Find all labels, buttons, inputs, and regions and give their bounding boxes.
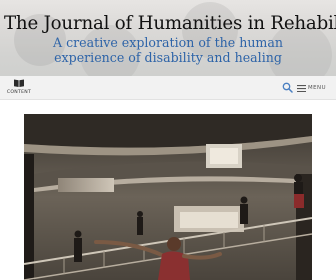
- content-nav-label: CONTENT: [6, 90, 32, 95]
- menu-label: MENU: [308, 85, 327, 91]
- hamburger-icon: [297, 84, 306, 92]
- tagline-line-1: A creative exploration of the human: [53, 35, 283, 50]
- site-tagline: A creative exploration of the human expe…: [0, 35, 336, 65]
- tagline-line-2: experience of disability and healing: [54, 50, 282, 65]
- search-icon[interactable]: [282, 82, 293, 93]
- top-navigation-bar: CONTENT MENU: [0, 76, 336, 100]
- site-title[interactable]: The Journal of Humanities in Rehabilitat…: [4, 13, 336, 35]
- book-icon: [14, 79, 24, 87]
- featured-photo-atrium-scene: [24, 114, 312, 280]
- menu-toggle-button[interactable]: MENU: [297, 83, 326, 93]
- featured-image[interactable]: [24, 114, 312, 280]
- content-nav-button[interactable]: CONTENT: [4, 78, 34, 98]
- site-header-banner: The Journal of Humanities in Rehabilitat…: [0, 0, 336, 76]
